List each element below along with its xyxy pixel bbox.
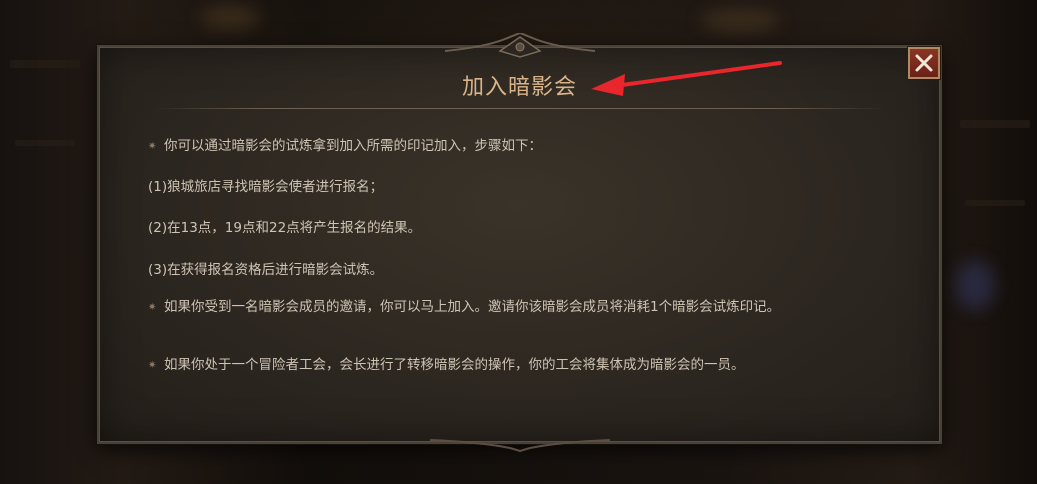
background-shelf bbox=[10, 60, 80, 68]
paragraph-text: (3)在获得报名资格后进行暗影会试炼。 bbox=[148, 262, 384, 278]
paragraph-text: 你可以通过暗影会的试炼拿到加入所需的印记加入，步骤如下： bbox=[164, 138, 542, 154]
background-shelf bbox=[965, 200, 1025, 206]
join-shadow-council-dialog: 加入暗影会 bbox=[97, 33, 942, 452]
paragraph-text: (2)在13点，19点和22点将产生报名的结果。 bbox=[148, 220, 422, 236]
top-ornament-icon bbox=[444, 33, 595, 58]
close-button[interactable] bbox=[908, 47, 940, 79]
paragraph-text: 如果你受到一名暗影会成员的邀请，你可以马上加入。邀请你该暗影会成员将消耗1个暗影… bbox=[164, 299, 781, 315]
background-shelf bbox=[15, 140, 75, 146]
dialog-title: 加入暗影会 bbox=[461, 75, 577, 100]
paragraph-text: 如果你处于一个冒险者工会，会长进行了转移暗影会的操作，你的工会将集体成为暗影会的… bbox=[164, 357, 745, 373]
background-glow bbox=[955, 260, 995, 310]
bullet-icon: ✷ bbox=[148, 302, 157, 313]
paragraph-5: ✷ 如果你受到一名暗影会成员的邀请，你可以马上加入。邀请你该暗影会成员将消耗1个暗… bbox=[148, 297, 863, 318]
paragraph-4: (3)在获得报名资格后进行暗影会试炼。 bbox=[148, 258, 383, 278]
background-glow bbox=[200, 5, 260, 30]
bullet-icon: ✷ bbox=[148, 141, 157, 152]
bottom-ornament-icon bbox=[429, 439, 610, 452]
paragraph-1: ✷ 你可以通过暗影会的试炼拿到加入所需的印记加入，步骤如下： bbox=[148, 134, 542, 154]
paragraph-text: (1)狼城旅店寻找暗影会使者进行报名； bbox=[148, 179, 384, 195]
bullet-icon: ✷ bbox=[148, 360, 157, 371]
paragraph-3: (2)在13点，19点和22点将产生报名的结果。 bbox=[148, 216, 421, 236]
title-divider bbox=[154, 108, 885, 109]
paragraph-2: (1)狼城旅店寻找暗影会使者进行报名； bbox=[148, 175, 383, 195]
background-shelf bbox=[960, 120, 1030, 128]
close-icon bbox=[915, 54, 933, 72]
background-glow bbox=[700, 8, 780, 33]
annotation-arrow-icon bbox=[591, 61, 782, 96]
paragraph-6: ✷ 如果你处于一个冒险者工会，会长进行了转移暗影会的操作，你的工会将集体成为暗影会… bbox=[148, 353, 745, 373]
